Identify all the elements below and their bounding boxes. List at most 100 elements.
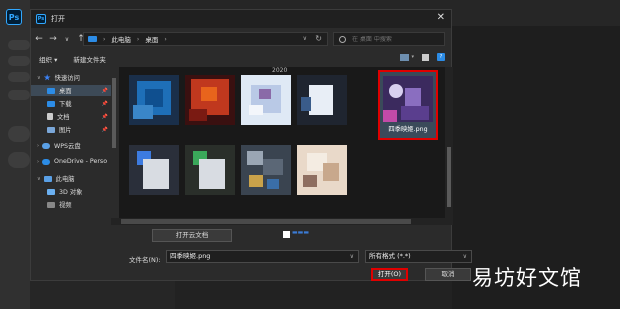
filename-input[interactable]: 四季映姬.png ∨ [166,250,359,263]
folder-icon [88,36,97,42]
search-input[interactable] [352,35,442,43]
sidebar-item-label: 3D 对象 [59,189,83,196]
recent-file-placeholder [8,90,30,100]
sidebar-item-label: 图片 [59,127,72,134]
sidebar-item-pictures[interactable]: 图片 📌 [31,124,111,135]
pin-icon: 📌 [101,100,108,107]
sidebar-item-wps-cloud[interactable]: › WPS云盘 [31,140,111,151]
file-thumbnail[interactable] [185,145,235,195]
file-thumbnail[interactable] [241,145,291,195]
selected-file-item[interactable]: 四季映姬.png [378,70,438,140]
sidebar-item-label: 快速访问 [54,75,80,82]
preview-checkbox[interactable] [283,231,290,238]
new-folder-button[interactable]: 新建文件夹 [73,54,106,64]
dialog-title: 打开 [51,15,65,23]
pin-icon: 📌 [101,126,108,133]
filetype-value: 所有格式 (*.*) [369,252,411,260]
sidebar-item-onedrive[interactable]: › OneDrive - Perso [31,156,111,167]
address-bar[interactable]: › 此电脑 › 桌面 › ∨ ↻ [83,32,328,46]
sidebar-item-3d-objects[interactable]: 3D 对象 [31,186,111,197]
sidebar-item-quick-access[interactable]: ∨ 快速访问 [31,72,111,83]
file-thumbnail[interactable] [241,75,291,125]
address-row: ← → ∨ ↑ › 此电脑 › 桌面 › ∨ ↻ [31,29,451,49]
recent-file-placeholder [8,72,30,82]
recent-locations-icon[interactable]: ∨ [61,36,73,43]
horizontal-scrollbar[interactable] [111,218,453,225]
pin-icon: 📌 [101,87,108,94]
search-icon [339,35,346,43]
sidebar-item-label: WPS云盘 [54,143,81,150]
recent-file-placeholder [8,40,30,50]
cancel-button[interactable]: 取消 [425,268,471,281]
sidebar-item-label: 桌面 [59,88,72,95]
file-name-label: 四季映姬.png [388,126,428,133]
photoshop-app-icon: Ps [36,14,46,24]
download-icon [47,100,55,107]
chevron-down-icon[interactable]: ∨ [303,35,307,42]
view-options-icon[interactable] [400,53,410,61]
pictures-icon [47,126,55,133]
dialog-titlebar: Ps 打开 ✕ [31,10,451,28]
video-icon [47,201,55,208]
sidebar-item-desktop[interactable]: 桌面 📌 [31,85,111,96]
file-thumbnail[interactable] [129,75,179,125]
sidebar-item-label: 下载 [59,101,72,108]
navigation-pane: ∨ 快速访问 桌面 📌 下载 📌 文档 📌 图片 📌 › WPS云盘 › One… [31,70,111,218]
filename-label: 文件名(N): [129,256,161,264]
sidebar-item-videos[interactable]: 视频 [31,199,111,210]
preview-label[interactable]: ▬▬▬ [292,229,309,236]
file-thumbnail[interactable] [297,145,347,195]
desktop-icon [47,87,55,94]
organize-button[interactable]: 组织 ▾ [39,54,57,64]
sidebar-item-downloads[interactable]: 下载 📌 [31,98,111,109]
recent-file-placeholder [8,126,30,142]
chevron-down-icon[interactable]: ∨ [37,176,41,182]
filetype-select[interactable]: 所有格式 (*.*) ∨ [365,250,472,263]
open-button[interactable]: 打开(O) [371,268,408,281]
sidebar-scrollbar-thumb[interactable] [112,78,116,148]
chevron-right-icon[interactable]: › [137,36,139,43]
wps-cloud-icon [42,142,50,149]
file-thumbnail[interactable] [297,75,347,125]
help-icon[interactable]: ? [437,53,445,61]
pin-icon: 📌 [101,113,108,120]
dialog-toolbar: 组织 ▾ 新建文件夹 ▾ ? [31,51,451,67]
watermark: 易坊好文馆 [472,266,582,290]
chevron-right-icon[interactable]: › [37,143,39,149]
back-icon[interactable]: ← [33,34,45,44]
recent-file-placeholder [8,152,30,168]
chevron-down-icon[interactable]: ∨ [463,251,467,262]
file-thumbnail [383,76,433,122]
file-thumbnail[interactable] [129,145,179,195]
filename-value: 四季映姬.png [170,252,211,260]
close-icon[interactable]: ✕ [437,12,445,23]
chevron-down-icon[interactable]: ▾ [411,54,414,60]
sidebar-item-label: 此电脑 [55,176,75,183]
horizontal-scrollbar-thumb[interactable] [121,219,411,224]
search-box[interactable] [333,32,445,46]
file-list-scrollbar[interactable] [445,67,453,218]
star-icon [43,74,51,81]
open-cloud-docs-button[interactable]: 打开云文档 [152,229,232,242]
preview-pane-icon[interactable] [422,53,429,61]
chevron-down-icon[interactable]: ∨ [37,75,41,81]
sidebar-item-documents[interactable]: 文档 📌 [31,111,111,122]
open-file-dialog: Ps 打开 ✕ ← → ∨ ↑ › 此电脑 › 桌面 › ∨ ↻ 组织 ▾ 新建… [30,9,472,281]
breadcrumb-desktop[interactable]: 桌面 [145,34,158,44]
sidebar-item-this-pc[interactable]: ∨ 此电脑 [31,173,111,184]
photoshop-logo-icon: Ps [6,9,22,25]
sidebar-scrollbar[interactable] [111,70,117,218]
refresh-icon[interactable]: ↻ [315,34,322,43]
breadcrumb-this-pc[interactable]: 此电脑 [111,34,131,44]
chevron-right-icon[interactable]: › [37,159,39,165]
file-list-scrollbar-thumb[interactable] [447,147,451,207]
group-header: 2020 [272,67,288,74]
3d-objects-icon [47,188,55,195]
file-thumbnail[interactable] [185,75,235,125]
forward-icon[interactable]: → [47,34,59,44]
chevron-down-icon[interactable]: ∨ [350,251,354,262]
chevron-right-icon[interactable]: › [103,36,105,43]
chevron-right-icon[interactable]: › [164,36,166,43]
recent-file-placeholder [8,56,30,66]
sidebar-item-label: 视频 [59,202,72,209]
